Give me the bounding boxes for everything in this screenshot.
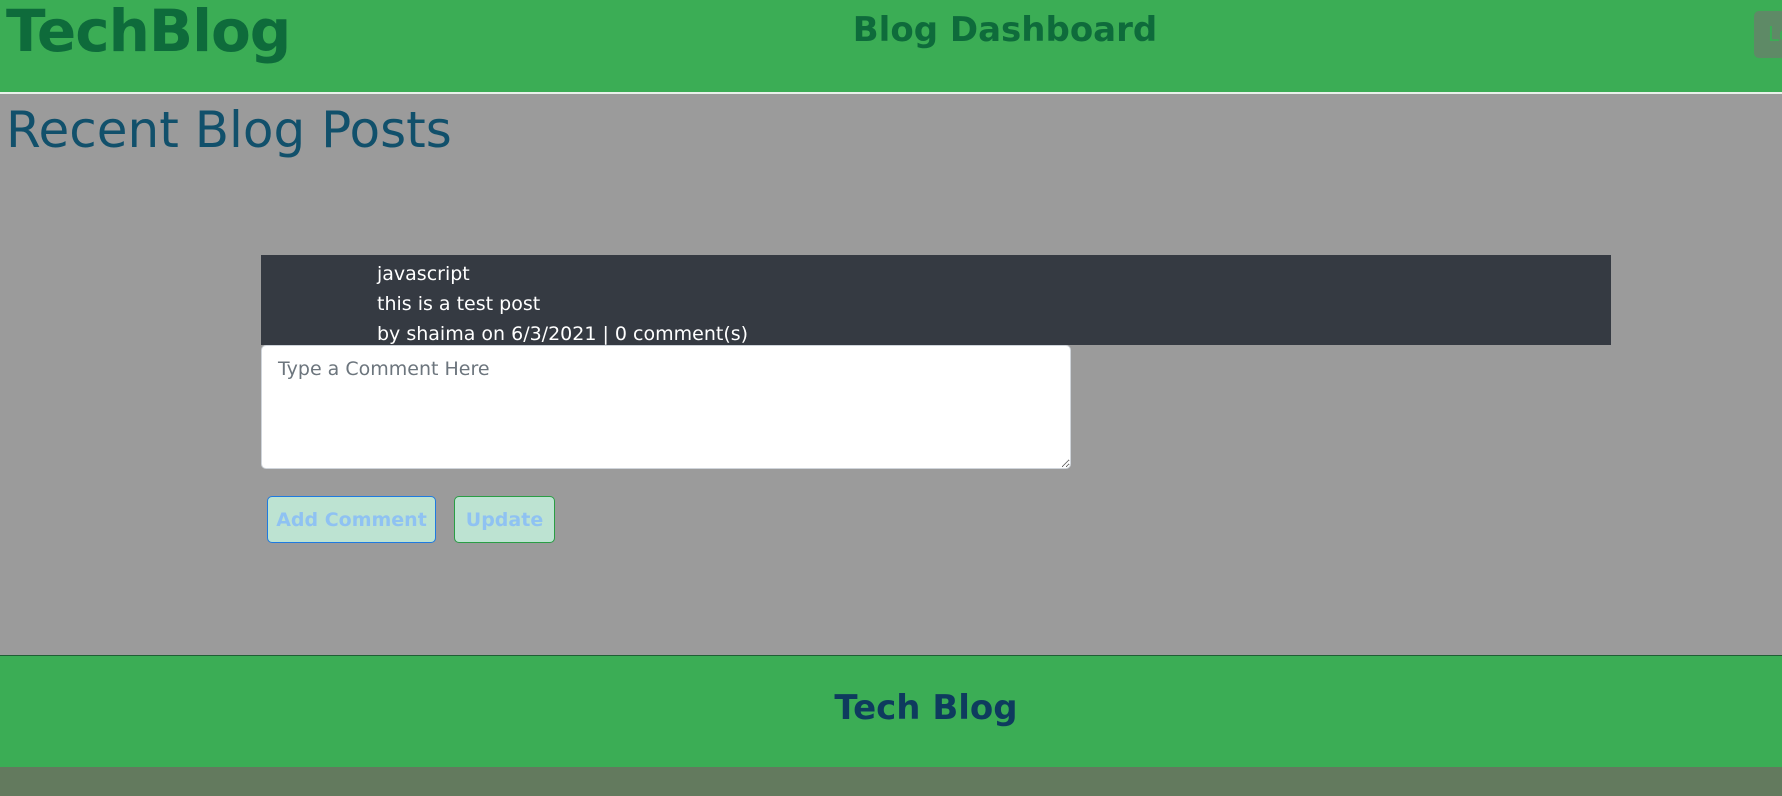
post-body: this is a test post — [377, 293, 541, 315]
post-card[interactable]: javascript this is a test post by shaima… — [261, 255, 1611, 345]
footer-title: Tech Blog — [834, 688, 1018, 728]
bottom-strip — [0, 767, 1782, 796]
logout-button[interactable]: Logout — [1754, 11, 1782, 58]
update-button[interactable]: Update — [454, 496, 555, 543]
page-title: Recent Blog Posts — [6, 101, 452, 159]
dashboard-title[interactable]: Blog Dashboard — [0, 8, 1782, 52]
site-header: TechBlog Blog Dashboard Logout — [0, 0, 1782, 94]
main-content: Recent Blog Posts javascript this is a t… — [0, 96, 1782, 655]
site-footer: Tech Blog — [0, 655, 1782, 767]
post-title[interactable]: javascript — [377, 259, 1611, 289]
comment-input[interactable] — [261, 345, 1071, 469]
add-comment-button[interactable]: Add Comment — [267, 496, 436, 543]
